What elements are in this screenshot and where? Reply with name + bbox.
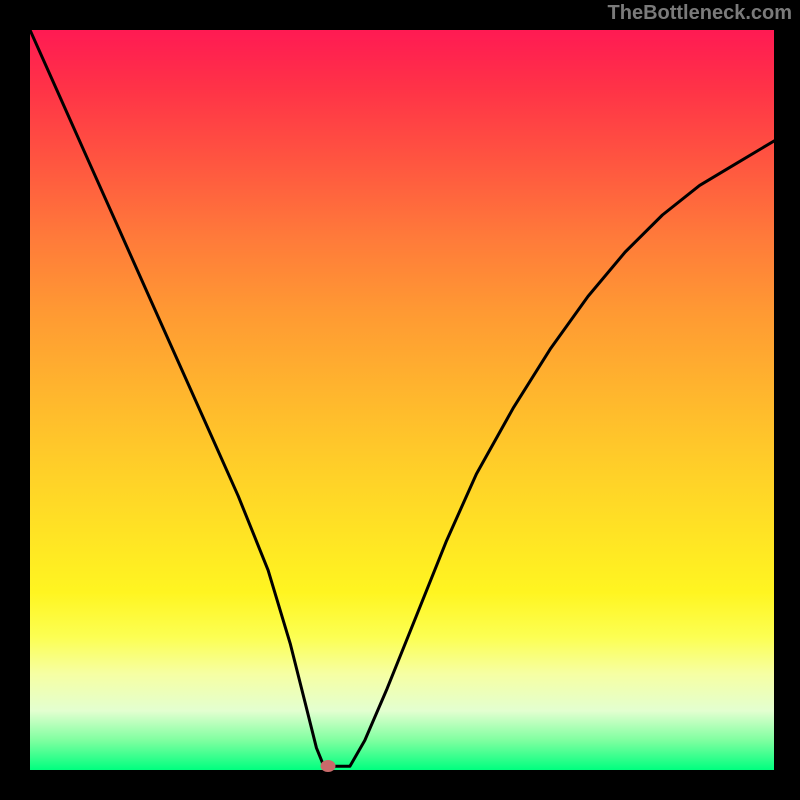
- attribution-text: TheBottleneck.com: [608, 2, 792, 25]
- plot-area: [30, 30, 774, 770]
- bottleneck-curve: [30, 30, 774, 766]
- curve-svg: [30, 30, 774, 770]
- optimal-marker: [320, 760, 335, 772]
